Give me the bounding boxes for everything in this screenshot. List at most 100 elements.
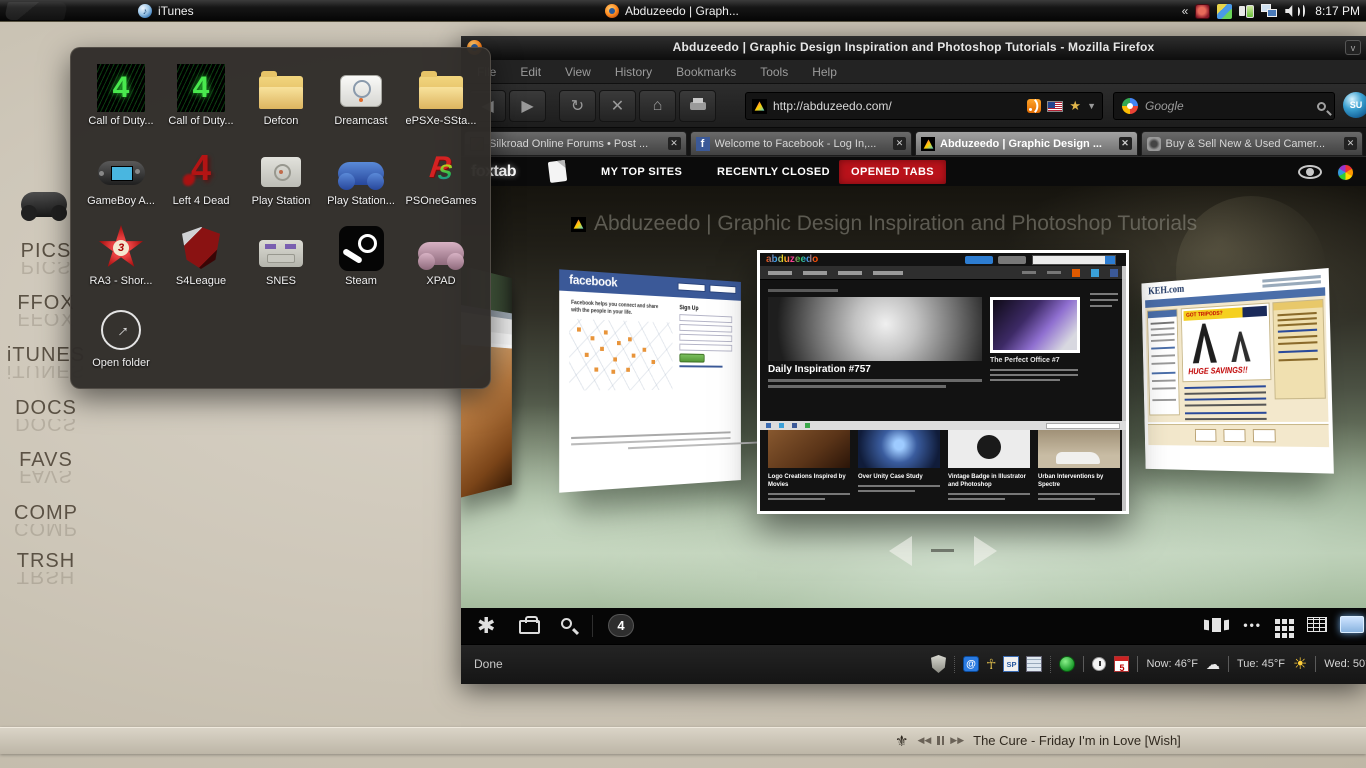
menu-bookmarks[interactable]: Bookmarks xyxy=(676,65,736,79)
game-item-l4d[interactable]: 4Left 4 Dead xyxy=(161,144,241,207)
tab-facebook[interactable]: f Welcome to Facebook - Log In,... ✕ xyxy=(690,131,913,156)
url-bar[interactable]: http://abduzeedo.com/ ★ ▼ xyxy=(745,92,1103,120)
desktop-icon-trsh[interactable]: TRSHTRSH xyxy=(0,550,92,573)
taskbar-button-itunes[interactable]: ♪ iTunes xyxy=(130,0,202,22)
foxtab-recently-closed-button[interactable]: RECENTLY CLOSED xyxy=(705,160,842,184)
google-icon[interactable] xyxy=(1122,98,1138,114)
network-icon[interactable] xyxy=(1261,4,1278,19)
ankh-icon[interactable]: ☥ xyxy=(986,656,996,673)
next-track-button[interactable]: ▶▶ xyxy=(950,735,964,746)
desktop-icon-favs[interactable]: FAVSFAVS xyxy=(0,449,92,472)
stop-button[interactable]: ✕ xyxy=(599,90,636,122)
menu-view[interactable]: View xyxy=(565,65,591,79)
forward-button[interactable]: ▶ xyxy=(509,90,546,122)
tab-close-icon[interactable]: ✕ xyxy=(893,137,906,150)
view-mode-switcher: ••• xyxy=(1204,616,1366,633)
green-clock-icon[interactable] xyxy=(1059,656,1075,672)
calendar-icon[interactable]: 5 xyxy=(1114,656,1129,672)
tab-silkroad[interactable]: Silkroad Online Forums • Post ... ✕ xyxy=(464,131,687,156)
tab-close-icon[interactable]: ✕ xyxy=(668,137,681,150)
start-button[interactable] xyxy=(4,2,68,20)
game-item-snes[interactable]: SNES xyxy=(241,224,321,287)
tab-abduzeedo-active[interactable]: Abduzeedo | Graphic Design ... ✕ xyxy=(915,131,1138,156)
left-sidebar xyxy=(1147,309,1180,416)
active-view-icon[interactable] xyxy=(1340,616,1364,633)
menu-tools[interactable]: Tools xyxy=(760,65,788,79)
open-folder-button[interactable]: →Open folder xyxy=(81,306,161,369)
rss-icon[interactable] xyxy=(1027,99,1041,113)
player-app-icon[interactable]: ⚜ xyxy=(895,732,908,750)
carousel-item-abduzeedo-current[interactable]: abduzeedo Daily Inspiration #757 The Per… xyxy=(757,250,1129,514)
weather-now[interactable]: Now: 46°F xyxy=(1146,658,1197,670)
desktop-icon-docs[interactable]: DOCSDOCS xyxy=(0,397,92,420)
carousel-item-facebook[interactable]: facebook Facebook helps you connect and … xyxy=(559,269,741,492)
window-titlebar[interactable]: Abduzeedo | Graphic Design Inspiration a… xyxy=(461,36,1366,60)
desktop-icon-comp[interactable]: COMPCOMP xyxy=(0,502,92,525)
power-icon[interactable] xyxy=(1239,5,1254,18)
menu-edit[interactable]: Edit xyxy=(520,65,541,79)
previous-track-button[interactable]: ◀◀ xyxy=(917,735,931,746)
tab-count-badge: 4 xyxy=(608,614,634,637)
foxtab-opened-tabs-button[interactable]: OPENED TABS xyxy=(839,160,946,184)
game-item-dreamcast[interactable]: Dreamcast xyxy=(321,64,401,127)
game-item-s4league[interactable]: S4League xyxy=(161,224,241,287)
home-button[interactable]: ⌂ xyxy=(639,90,676,122)
carousel-next-arrow[interactable] xyxy=(974,536,997,566)
url-dropdown-chevron[interactable]: ▼ xyxy=(1087,101,1096,111)
label-reflection: FAVS xyxy=(0,471,92,486)
carousel-view-icon[interactable] xyxy=(1204,617,1230,633)
foxtab-my-top-sites-button[interactable]: MY TOP SITES xyxy=(589,160,694,184)
settings-gear-icon[interactable]: ✱ xyxy=(477,613,495,639)
game-item-playstation2[interactable]: Play Station... xyxy=(321,144,401,207)
form-field xyxy=(679,344,732,352)
game-item-defcon[interactable]: Defcon xyxy=(241,64,321,127)
search-icon[interactable] xyxy=(1317,102,1326,111)
reload-button[interactable]: ↻ xyxy=(559,90,596,122)
carousel-previous-arrow[interactable] xyxy=(889,536,912,566)
tab-close-icon[interactable]: ✕ xyxy=(1344,137,1357,150)
calculator-icon[interactable] xyxy=(1026,656,1042,672)
game-item-cod2[interactable]: 4Call of Duty... xyxy=(161,64,241,127)
game-item-gameboy[interactable]: GameBoy A... xyxy=(81,144,161,207)
shield-icon[interactable] xyxy=(931,655,946,673)
stumbleupon-icon[interactable]: SU xyxy=(1343,92,1366,118)
grid-view-icon[interactable] xyxy=(1275,626,1280,631)
clock-icon[interactable] xyxy=(1092,657,1106,671)
print-button[interactable] xyxy=(679,90,716,122)
menu-history[interactable]: History xyxy=(615,65,652,79)
tab-close-icon[interactable]: ✕ xyxy=(1119,137,1132,150)
game-item-psonegames[interactable]: PSPSOneGames xyxy=(401,144,481,207)
volume-icon[interactable] xyxy=(1285,5,1305,18)
weather-tuesday[interactable]: Tue: 45°F xyxy=(1237,658,1285,670)
tray-app-icon[interactable] xyxy=(1195,4,1210,19)
tray-app-icon[interactable] xyxy=(1217,4,1232,19)
game-item-ra3[interactable]: 3RA3 - Shor... xyxy=(81,224,161,287)
carousel-item-camera-store[interactable]: KEH.com GOT TRIPODS? HUGE SAVINGS!! xyxy=(1141,268,1333,474)
color-wheel-icon[interactable] xyxy=(1337,164,1354,181)
weather-wednesday[interactable]: Wed: 50°F xyxy=(1324,658,1366,670)
game-item-cod1[interactable]: 4Call of Duty... xyxy=(81,64,161,127)
tab-camera-store[interactable]: Buy & Sell New & Used Camer... ✕ xyxy=(1141,131,1364,156)
sp-addon-icon[interactable]: SP xyxy=(1003,656,1019,672)
eye-icon[interactable] xyxy=(1298,165,1322,179)
mail-icon[interactable]: @ xyxy=(963,656,979,672)
bookmark-star-icon[interactable]: ★ xyxy=(1069,98,1081,114)
snes-console-icon xyxy=(259,240,303,267)
search-bar[interactable]: Google xyxy=(1113,92,1335,120)
taskbar-button-firefox[interactable]: Abduzeedo | Graph... xyxy=(597,0,747,22)
tray-collapse-chevron[interactable]: « xyxy=(1182,4,1189,18)
game-item-xpad[interactable]: XPAD xyxy=(401,224,481,287)
game-item-epsxe[interactable]: ePSXe-SSta... xyxy=(401,64,481,127)
game-item-steam[interactable]: Steam xyxy=(321,224,401,287)
pause-button[interactable] xyxy=(937,736,944,745)
table-view-icon[interactable] xyxy=(1307,617,1327,632)
page-icon[interactable] xyxy=(548,160,567,183)
menu-help[interactable]: Help xyxy=(812,65,837,79)
games-controller-icon[interactable] xyxy=(21,192,67,217)
briefcase-icon[interactable] xyxy=(519,620,540,634)
more-options-icon[interactable]: ••• xyxy=(1243,618,1262,632)
flag-icon[interactable] xyxy=(1047,101,1063,112)
game-item-playstation[interactable]: Play Station xyxy=(241,144,321,207)
search-icon[interactable] xyxy=(561,618,572,629)
window-menu-chevron-icon[interactable]: v xyxy=(1345,40,1361,55)
